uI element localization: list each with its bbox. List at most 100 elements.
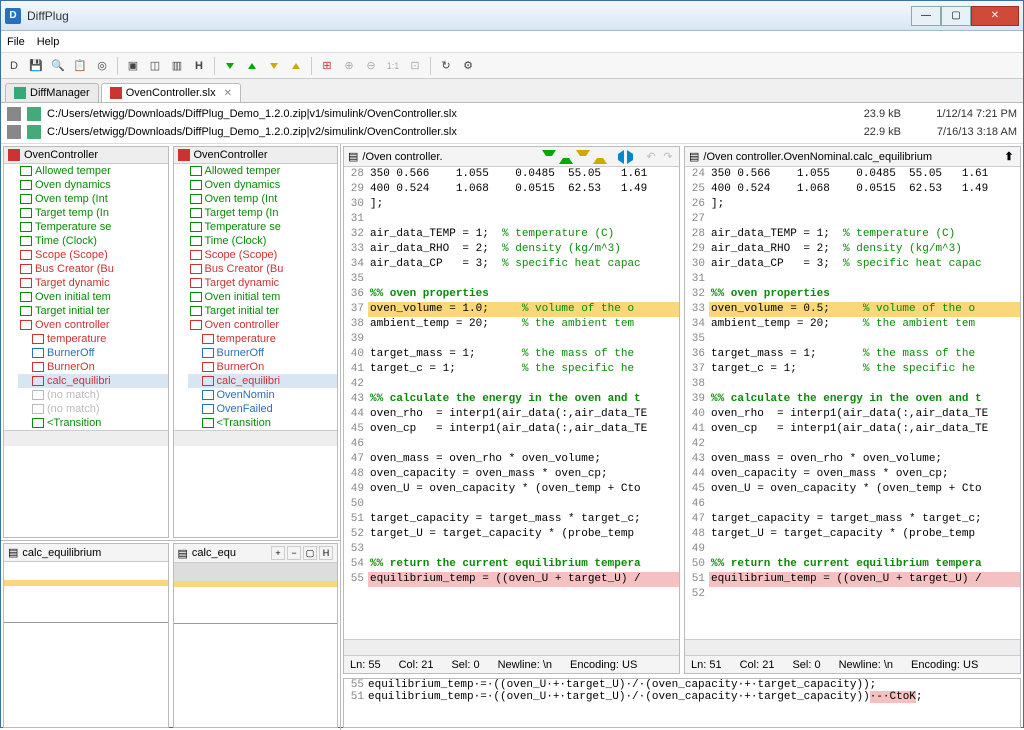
zoom-in-icon[interactable]: ⊕ — [340, 57, 358, 75]
tree-item[interactable]: calc_equilibri — [188, 374, 338, 388]
code-line[interactable]: 55equilibrium_temp = ((oven_U + target_U… — [344, 572, 679, 587]
code-line[interactable]: 51equilibrium_temp = ((oven_U + target_U… — [685, 572, 1020, 587]
scrollbar-h[interactable] — [4, 430, 168, 446]
code-line[interactable]: 44oven_capacity = oven_mass * oven_cp; — [685, 467, 1020, 482]
code-line[interactable]: 42 — [344, 377, 679, 392]
save-icon[interactable]: 💾 — [27, 57, 45, 75]
minimap-right[interactable]: ▤ calc_equ + − ▢ H — [173, 543, 339, 728]
code-line[interactable]: 35 — [685, 332, 1020, 347]
code-line[interactable]: 46 — [685, 497, 1020, 512]
tree-item[interactable]: Oven temp (Int — [18, 192, 168, 206]
code-line[interactable]: 45oven_cp = interp1(air_data(:,air_data_… — [344, 422, 679, 437]
mm-h-icon[interactable]: H — [319, 546, 333, 560]
maximize-button[interactable]: ▢ — [941, 6, 971, 26]
code-line[interactable]: 35 — [344, 272, 679, 287]
code-line[interactable]: 47target_capacity = target_mass * target… — [685, 512, 1020, 527]
code-line[interactable]: 40target_mass = 1; % the mass of the — [344, 347, 679, 362]
grid-icon[interactable]: ⊞ — [318, 57, 336, 75]
code-line[interactable]: 29400 0.524 1.068 0.0515 62.53 1.49 — [344, 182, 679, 197]
code-line[interactable]: 30air_data_CP = 3; % specific heat capac — [685, 257, 1020, 272]
tree-item[interactable]: Scope (Scope) — [18, 248, 168, 262]
nav-first-icon[interactable] — [221, 57, 239, 75]
code-line[interactable]: 39%% calculate the energy in the oven an… — [685, 392, 1020, 407]
code-line[interactable]: 38 — [685, 377, 1020, 392]
tree-item[interactable]: Allowed temper — [188, 164, 338, 178]
tree-item[interactable]: OvenFailed — [188, 402, 338, 416]
tree-item[interactable]: Time (Clock) — [18, 234, 168, 248]
scrollbar-h[interactable] — [174, 430, 338, 446]
tree-item[interactable]: Target initial ter — [18, 304, 168, 318]
tree-item[interactable]: Oven initial tem — [18, 290, 168, 304]
code-line[interactable]: 50%% return the current equilibrium temp… — [685, 557, 1020, 572]
tree-item[interactable]: Oven initial tem — [188, 290, 338, 304]
code-line[interactable]: 30]; — [344, 197, 679, 212]
tree-item[interactable]: Scope (Scope) — [188, 248, 338, 262]
code-line[interactable]: 34ambient_temp = 20; % the ambient tem — [685, 317, 1020, 332]
nav-last-diff-icon[interactable] — [593, 150, 607, 164]
code-line[interactable]: 40oven_rho = interp1(air_data(:,air_data… — [685, 407, 1020, 422]
code-line[interactable]: 53 — [344, 542, 679, 557]
tree-item[interactable]: Target initial ter — [188, 304, 338, 318]
tree-item[interactable]: Time (Clock) — [188, 234, 338, 248]
clipboard-icon[interactable]: 📋 — [71, 57, 89, 75]
tree-item[interactable]: <Transition — [188, 416, 338, 430]
code-line[interactable]: 36%% oven properties — [344, 287, 679, 302]
code-line[interactable]: 33air_data_RHO = 2; % density (kg/m^3) — [344, 242, 679, 257]
close-button[interactable]: ✕ — [971, 6, 1019, 26]
zoom-out-icon[interactable]: ⊖ — [362, 57, 380, 75]
code-line[interactable]: 34air_data_CP = 3; % specific heat capac — [344, 257, 679, 272]
tree-item[interactable]: Bus Creator (Bu — [188, 262, 338, 276]
tab-diffmanager[interactable]: DiffManager — [5, 83, 99, 102]
radar-icon[interactable]: ◎ — [93, 57, 111, 75]
tree-item[interactable]: Oven controller — [18, 318, 168, 332]
code-line[interactable]: 43oven_mass = oven_rho * oven_volume; — [685, 452, 1020, 467]
gear-icon[interactable]: ⚙ — [459, 57, 477, 75]
tree-item[interactable]: calc_equilibri — [18, 374, 168, 388]
code-line[interactable]: 38ambient_temp = 20; % the ambient tem — [344, 317, 679, 332]
tree-item[interactable]: Temperature se — [18, 220, 168, 234]
nav-last-icon[interactable] — [287, 57, 305, 75]
code-editor[interactable]: 28350 0.566 1.055 0.0485 55.05 1.6129400… — [344, 167, 679, 639]
code-line[interactable]: 41oven_cp = interp1(air_data(:,air_data_… — [685, 422, 1020, 437]
nav-first-diff-icon[interactable] — [542, 150, 556, 164]
code-line[interactable]: 43%% calculate the energy in the oven an… — [344, 392, 679, 407]
scrollbar-h[interactable] — [685, 639, 1020, 655]
diff-detail-pane[interactable]: 55equilibrium_temp·=·((oven_U·+·target_U… — [343, 678, 1021, 728]
code-line[interactable]: 36target_mass = 1; % the mass of the — [685, 347, 1020, 362]
nav-next-icon[interactable] — [265, 57, 283, 75]
tree-item[interactable]: BurnerOn — [188, 360, 338, 374]
tree-item[interactable]: Oven dynamics — [18, 178, 168, 192]
code-line[interactable]: 42 — [685, 437, 1020, 452]
code-line[interactable]: 46 — [344, 437, 679, 452]
code-line[interactable]: 50 — [344, 497, 679, 512]
tool-app-icon[interactable]: D — [5, 57, 23, 75]
tree-item[interactable]: <Transition — [18, 416, 168, 430]
code-line[interactable]: 51target_capacity = target_mass * target… — [344, 512, 679, 527]
zoom-11-icon[interactable]: 1:1 — [384, 57, 402, 75]
scrollbar-h[interactable] — [344, 639, 679, 655]
code-line[interactable]: 48oven_capacity = oven_mass * oven_cp; — [344, 467, 679, 482]
tree-item[interactable]: Target temp (In — [18, 206, 168, 220]
minimize-button[interactable]: — — [911, 6, 941, 26]
code-line[interactable]: 25400 0.524 1.068 0.0515 62.53 1.49 — [685, 182, 1020, 197]
search-icon[interactable]: 🔍 — [49, 57, 67, 75]
copy-left-icon[interactable] — [610, 150, 624, 164]
menu-file[interactable]: File — [7, 36, 25, 48]
tree-item[interactable]: BurnerOn — [18, 360, 168, 374]
tree-item[interactable]: Target dynamic — [18, 276, 168, 290]
code-line[interactable]: 45oven_U = oven_capacity * (oven_temp + … — [685, 482, 1020, 497]
code-line[interactable]: 44oven_rho = interp1(air_data(:,air_data… — [344, 407, 679, 422]
tree-item[interactable]: OvenNomin — [188, 388, 338, 402]
undo-icon[interactable]: ↶ — [644, 150, 658, 164]
code-line[interactable]: 33oven_volume = 0.5; % volume of the o — [685, 302, 1020, 317]
tree-item[interactable]: temperature — [18, 332, 168, 346]
code-line[interactable]: 54%% return the current equilibrium temp… — [344, 557, 679, 572]
nav-prev-icon[interactable] — [243, 57, 261, 75]
code-line[interactable]: 32air_data_TEMP = 1; % temperature (C) — [344, 227, 679, 242]
tree-left[interactable]: OvenController Allowed temperOven dynami… — [3, 146, 169, 538]
menu-help[interactable]: Help — [37, 36, 60, 48]
tree-item[interactable]: Target dynamic — [188, 276, 338, 290]
code-line[interactable]: 31 — [685, 272, 1020, 287]
tree-item[interactable]: (no match) — [18, 388, 168, 402]
tree-item[interactable]: Temperature se — [188, 220, 338, 234]
